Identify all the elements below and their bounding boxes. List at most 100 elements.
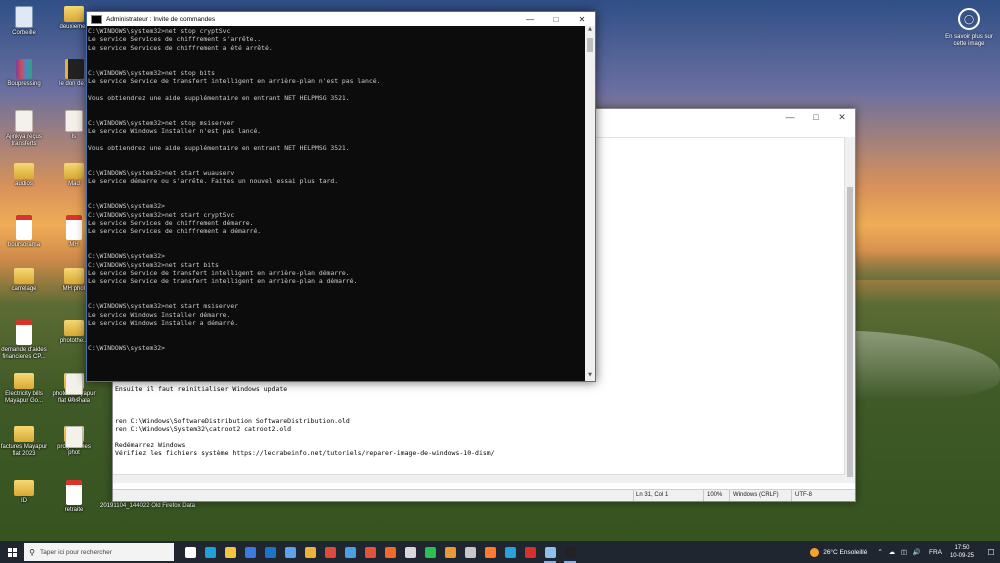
file-explorer-icon	[224, 546, 236, 558]
console-line: Vous obtiendrez une aide supplémentaire …	[88, 93, 350, 102]
desktop-icon-label: boursorama	[7, 242, 40, 248]
desktop-icon-label: Electricity bills Mayapur Go...	[4, 391, 43, 404]
pdf-file-icon	[16, 320, 32, 345]
spotlight-label: En savoir plus sur cette image	[945, 34, 993, 47]
taskbar-app-firefox[interactable]	[480, 541, 500, 563]
minimize-icon[interactable]: —	[517, 15, 543, 24]
taskbar-app-app-blue[interactable]	[340, 541, 360, 563]
notification-icon[interactable]: ☐	[982, 548, 1000, 557]
taskbar-app-remote[interactable]	[280, 541, 300, 563]
folder-icon	[64, 6, 84, 22]
edge-icon	[204, 546, 216, 558]
console-line: C:\WINDOWS\system32>net start msiserver	[88, 302, 239, 311]
taskbar-app-chrome[interactable]	[300, 541, 320, 563]
notepad-text-area[interactable]: Ensuite il faut reinitialiser Windows up…	[115, 385, 841, 483]
search-placeholder: Taper ici pour rechercher	[40, 548, 112, 556]
taskbar-app-app-red[interactable]	[320, 541, 340, 563]
document-icon	[65, 373, 83, 395]
scroll-thumb[interactable]	[587, 38, 593, 52]
taskbar-app-app-white[interactable]	[400, 541, 420, 563]
desktop-icon[interactable]: boursorama	[0, 215, 50, 249]
cmd-console-output[interactable]: C:\WINDOWS\system32>net stop cryptSvc Le …	[87, 26, 585, 381]
taskbar-app-edge[interactable]	[200, 541, 220, 563]
taskbar-app-store[interactable]	[240, 541, 260, 563]
taskbar-app-acrobat[interactable]	[520, 541, 540, 563]
desktop-icon[interactable]: Corbeille	[0, 6, 50, 37]
taskbar-app-notepad[interactable]	[540, 541, 560, 563]
taskbar-app-file-explorer[interactable]	[220, 541, 240, 563]
sun-icon	[810, 547, 820, 557]
taskbar-app-cmd[interactable]	[560, 541, 580, 563]
anydesk-icon	[364, 546, 376, 558]
console-line: C:\WINDOWS\system32>net start wuauserv	[88, 168, 235, 177]
desktop-icon[interactable]: retraite	[48, 480, 100, 514]
app-orange-icon	[444, 546, 456, 558]
desktop-icon[interactable]: Electricity bills Mayapur Go...	[0, 373, 50, 405]
taskbar-search-box[interactable]: ⚲ Taper ici pour rechercher	[24, 543, 174, 561]
notepad-vertical-scrollbar[interactable]	[844, 137, 855, 483]
remote-icon	[284, 546, 296, 558]
scroll-up-icon[interactable]: ▲	[585, 26, 595, 35]
cmd-scrollbar[interactable]: ▲ ▼	[585, 26, 595, 381]
maximize-icon[interactable]: □	[543, 15, 569, 24]
start-button[interactable]	[0, 541, 24, 563]
status-separator	[729, 490, 730, 501]
desktop-icon[interactable]: Boupressing	[0, 59, 50, 88]
desktop-icon[interactable]: carrelage	[0, 268, 50, 293]
console-line: C:\WINDOWS\system32>net stop cryptSvc	[88, 27, 231, 35]
cmd-window[interactable]: Administrateur : Invite de commandes — □…	[86, 11, 596, 382]
taskbar-app-whatsapp[interactable]	[420, 541, 440, 563]
taskbar-app-outlook[interactable]	[260, 541, 280, 563]
scroll-down-icon[interactable]: ▼	[585, 372, 595, 381]
notepad-horizontal-scrollbar[interactable]	[113, 474, 845, 483]
maximize-icon[interactable]: □	[803, 112, 829, 122]
close-icon[interactable]: ✕	[569, 15, 595, 24]
minimize-icon[interactable]: —	[777, 112, 803, 122]
desktop-icon[interactable]: phot	[48, 426, 100, 457]
recycle-bin-icon	[15, 6, 33, 28]
console-line: Le service Service de transfert intellig…	[88, 277, 358, 286]
taskbar-app-app-gray[interactable]	[460, 541, 480, 563]
desktop-icon[interactable]: audios	[0, 163, 50, 188]
taskbar-app-task-view[interactable]	[180, 541, 200, 563]
chrome-icon	[304, 546, 316, 558]
spotlight-info[interactable]: ◯ En savoir plus sur cette image	[942, 8, 996, 48]
scroll-thumb[interactable]	[847, 187, 853, 477]
desktop-icon[interactable]: ID	[0, 480, 50, 505]
acrobat-icon	[524, 546, 536, 558]
cmd-titlebar[interactable]: Administrateur : Invite de commandes — □…	[87, 12, 595, 26]
weather-widget[interactable]: 26°C Ensoleillé	[810, 547, 867, 557]
close-icon[interactable]: ✕	[829, 112, 855, 123]
status-separator	[703, 490, 704, 501]
language-indicator[interactable]: FRA	[929, 549, 942, 556]
tray-icons[interactable]: ⌃ ☁ ◫ 🔊	[877, 548, 923, 556]
status-position: Ln 31, Col 1	[636, 492, 669, 498]
notepad-line: Redémarrez Windows	[115, 441, 186, 449]
cmd-icon	[564, 546, 576, 558]
taskbar-app-app-orange[interactable]	[440, 541, 460, 563]
console-line: Le service Services de chiffrement a été…	[88, 43, 273, 52]
archive-icon	[16, 59, 32, 79]
taskbar-app-app-teal[interactable]	[500, 541, 520, 563]
desktop-icon-label: carrelage	[11, 286, 37, 292]
console-line: Vous obtiendrez une aide supplémentaire …	[88, 143, 350, 152]
app-white-icon	[404, 546, 416, 558]
store-icon	[244, 546, 256, 558]
taskbar-app-brave[interactable]	[380, 541, 400, 563]
clock[interactable]: 17:50 10-09-25	[950, 544, 974, 560]
desktop-icon[interactable]: Ajinkya reçus transferts	[0, 110, 50, 148]
notepad-line: Vérifiez les fichiers système https://le…	[115, 449, 495, 457]
document-icon	[65, 110, 83, 132]
taskbar-app-anydesk[interactable]	[360, 541, 380, 563]
desktop-icon[interactable]: factures Mayapur flat 2023	[0, 426, 50, 458]
desktop-icon[interactable]: demande d'aides financieres CP...	[0, 320, 50, 361]
desktop-icon-label: Corbeille	[12, 30, 36, 36]
